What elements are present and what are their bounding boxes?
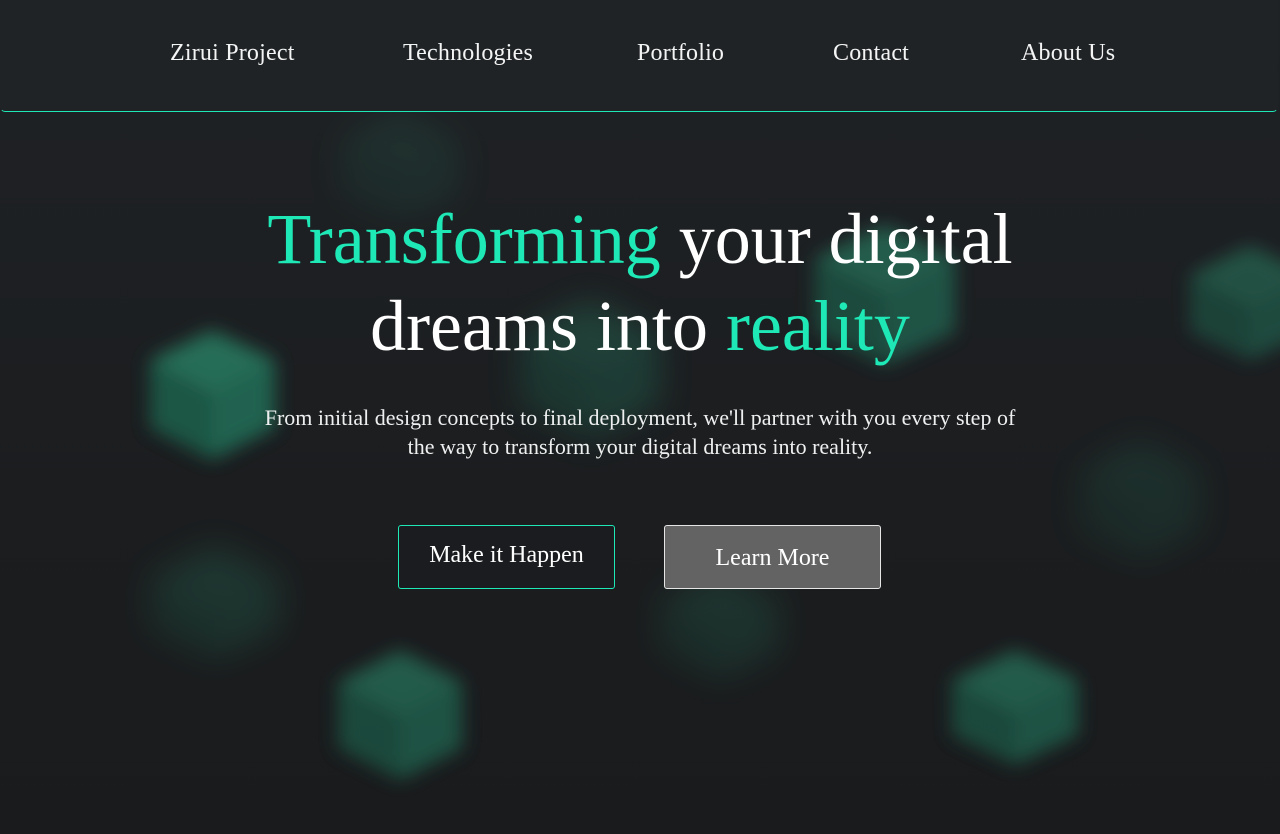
- cube-icon: [338, 650, 462, 780]
- headline-accent-transforming: Transforming: [267, 199, 661, 279]
- headline-text-part-1: your digital: [660, 199, 1013, 279]
- cube-icon: [150, 545, 280, 660]
- nav-item-contact[interactable]: Contact: [833, 40, 909, 67]
- make-it-happen-button[interactable]: Make it Happen: [398, 525, 615, 589]
- nav-item-about-us[interactable]: About Us: [1021, 40, 1115, 67]
- make-it-happen-label: Make it Happen: [429, 541, 584, 568]
- nav-item-technologies[interactable]: Technologies: [403, 40, 533, 67]
- landing-page: Zirui Project Technologies Portfolio Con…: [0, 0, 1280, 834]
- nav-item-portfolio[interactable]: Portfolio: [637, 40, 724, 67]
- top-navbar: Zirui Project Technologies Portfolio Con…: [0, 0, 1278, 112]
- nav-item-zirui-project[interactable]: Zirui Project: [170, 40, 295, 67]
- learn-more-button[interactable]: Learn More: [664, 525, 881, 589]
- headline-text-part-2: dreams into: [370, 286, 726, 366]
- learn-more-label: Learn More: [715, 544, 830, 571]
- cube-icon: [952, 650, 1078, 765]
- cube-icon: [1080, 440, 1200, 560]
- headline-accent-reality: reality: [726, 286, 910, 366]
- hero-subtext: From initial design concepts to final de…: [264, 405, 1016, 459]
- hero-headline: Transforming your digital dreams into re…: [0, 196, 1280, 370]
